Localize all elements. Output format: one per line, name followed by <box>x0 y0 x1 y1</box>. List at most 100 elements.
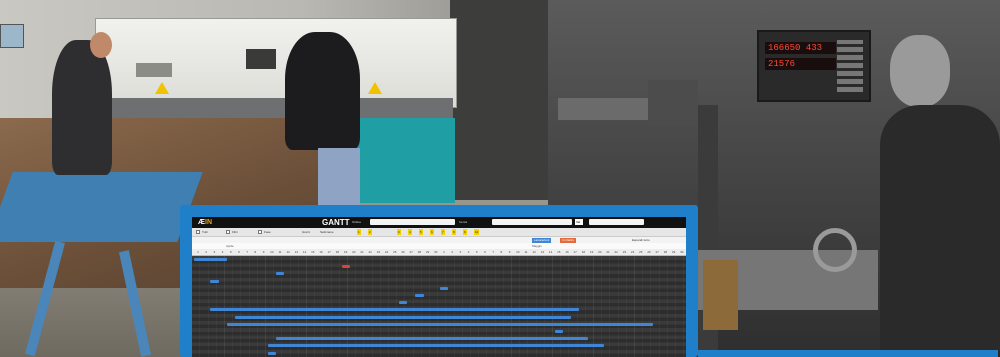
day-cell: 7 <box>492 250 495 254</box>
day-cell: 18 <box>335 250 340 254</box>
filter-chip[interactable]: 10 <box>474 229 480 235</box>
filter-chip[interactable]: 3 <box>397 229 401 235</box>
day-cell: 25 <box>393 250 397 254</box>
gantt-bar[interactable] <box>210 279 219 283</box>
gantt-bar[interactable] <box>210 308 580 312</box>
day-cell: 9 <box>262 250 265 254</box>
day-cell: 19 <box>343 250 348 254</box>
filter-chip[interactable]: 9 <box>463 229 467 235</box>
day-cell: 1 <box>443 250 445 254</box>
dro-keypad <box>837 40 863 92</box>
day-cell: 4 <box>467 250 470 254</box>
day-cell: 28 <box>663 250 668 254</box>
search-input[interactable] <box>492 219 572 225</box>
hero-banner: 166650 433 21576 ÆIN GANTT Ordine Cerca … <box>0 0 1000 357</box>
day-cell: 26 <box>401 250 405 254</box>
day-cell: 26 <box>647 250 651 254</box>
go-button[interactable]: Vai <box>575 219 583 225</box>
gantt-bar[interactable] <box>235 315 572 319</box>
day-cell: 29 <box>671 250 676 254</box>
day-cell: 9 <box>508 250 511 254</box>
filter-chip[interactable]: 6 <box>430 229 434 235</box>
filter-chip[interactable]: 1 <box>357 229 361 235</box>
warning-sign-icon <box>368 82 382 94</box>
gantt-bar[interactable] <box>440 286 449 290</box>
day-cell: 21 <box>360 250 364 254</box>
day-cell: 8 <box>500 250 503 254</box>
day-cell: 28 <box>417 250 422 254</box>
gantt-bar[interactable] <box>276 337 588 341</box>
gantt-bar[interactable] <box>267 344 604 348</box>
gantt-bar[interactable] <box>415 294 424 297</box>
day-cell: 27 <box>409 250 413 254</box>
day-cell: 14 <box>302 250 307 254</box>
day-cell: 22 <box>368 250 372 254</box>
day-cell: 29 <box>425 250 430 254</box>
day-cell: 24 <box>384 250 389 254</box>
filter-checkbox[interactable] <box>196 230 200 234</box>
order-select[interactable] <box>370 219 455 225</box>
day-header: 1 2 3 4 5 6 7 8 9 10 11 12 13 14 15 16 17 18 19 20 21 22 23 24 2… <box>192 249 686 256</box>
filter-chip[interactable]: 5 <box>419 229 423 235</box>
day-cell: 17 <box>327 250 331 254</box>
worker-jeans <box>318 148 360 208</box>
filter-chip[interactable]: 4 <box>408 229 412 235</box>
day-cell: 11 <box>278 250 282 254</box>
day-cell: 25 <box>639 250 643 254</box>
day-cell: 16 <box>319 250 323 254</box>
gantt-bar[interactable] <box>399 301 408 305</box>
blue-table <box>0 172 203 242</box>
gantt-bar[interactable] <box>226 322 654 326</box>
shear-blade <box>108 98 453 120</box>
day-cell: 21 <box>606 250 610 254</box>
gantt-bar[interactable] <box>194 258 227 261</box>
day-cell: 2 <box>205 250 208 254</box>
gantt-bar[interactable] <box>276 272 285 276</box>
day-cell: 7 <box>246 250 249 254</box>
gantt-bar[interactable] <box>341 265 350 269</box>
order-label: Ordine <box>352 220 362 224</box>
filter-chip[interactable]: 7 <box>441 229 445 235</box>
page-title: GANTT <box>322 218 350 227</box>
filter-label: Filtri <box>232 230 238 234</box>
filter-bar: Tutti Filtri Fase Giorni Settimane 1 2 3… <box>192 228 686 236</box>
day-cell: 24 <box>630 250 635 254</box>
day-cell: 16 <box>565 250 569 254</box>
day-cell: 11 <box>524 250 528 254</box>
day-cell: 10 <box>270 250 274 254</box>
dro-line-2: 21576 <box>765 58 836 70</box>
day-cell: 13 <box>294 250 299 254</box>
day-cell: 30 <box>434 250 438 254</box>
lathe-chuck <box>703 260 738 330</box>
machinist <box>870 35 1000 357</box>
day-cell: 19 <box>589 250 594 254</box>
filter-checkbox[interactable] <box>226 230 230 234</box>
day-cell: 4 <box>221 250 224 254</box>
worker-left <box>52 32 112 175</box>
date-input[interactable] <box>589 219 644 225</box>
day-cell: 3 <box>213 250 216 254</box>
day-cell: 30 <box>680 250 684 254</box>
gantt-bar[interactable] <box>267 351 276 355</box>
filter-checkbox[interactable] <box>258 230 262 234</box>
gantt-app: ÆIN GANTT Ordine Cerca Vai Tutti Filtri … <box>192 217 686 357</box>
filter-chip[interactable]: 8 <box>452 229 456 235</box>
day-cell: 3 <box>459 250 462 254</box>
lathe-wheel <box>813 228 857 272</box>
day-cell: 27 <box>655 250 659 254</box>
day-cell: 20 <box>598 250 602 254</box>
day-cell: 2 <box>451 250 454 254</box>
machine-base <box>355 118 455 203</box>
day-cell: 5 <box>229 250 232 254</box>
app-logo: ÆIN <box>198 219 212 226</box>
day-cell: 5 <box>475 250 478 254</box>
gantt-grid <box>192 256 686 357</box>
filter-label: Giorni <box>302 230 311 234</box>
filter-chip[interactable]: 2 <box>368 229 372 235</box>
warning-sign-icon <box>155 82 169 94</box>
day-cell: 22 <box>614 250 618 254</box>
gantt-bar[interactable] <box>554 330 563 333</box>
day-cell: 8 <box>254 250 257 254</box>
filter-label: Settimane <box>320 230 334 234</box>
digital-readout: 166650 433 21576 <box>757 30 871 102</box>
